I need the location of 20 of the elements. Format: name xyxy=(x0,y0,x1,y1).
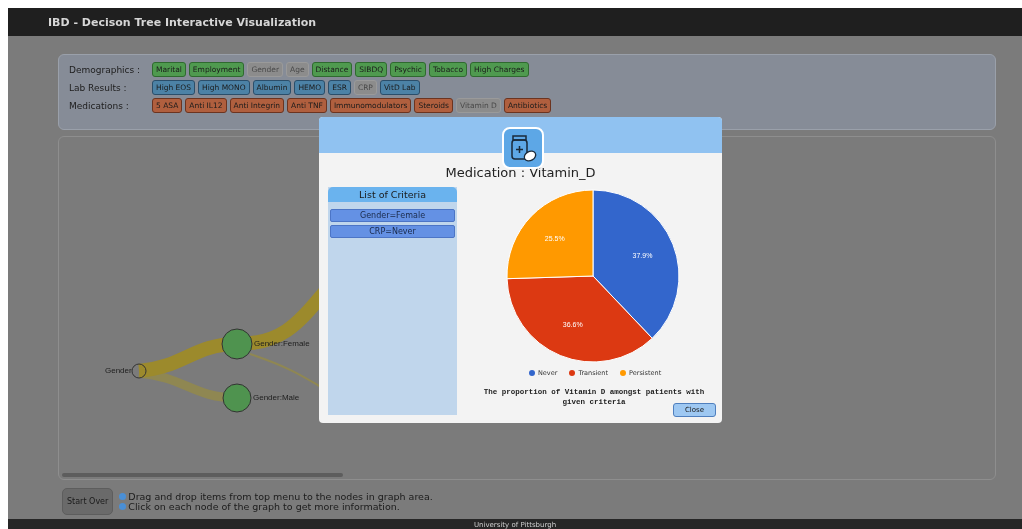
criteria-item: CRP=Never xyxy=(330,225,455,238)
category-label: Medications : xyxy=(69,100,130,111)
tree-node[interactable] xyxy=(221,328,253,360)
modal-title: Medication : Vitamin_D xyxy=(444,165,597,180)
criteria-header: List of Criteria xyxy=(328,187,457,202)
criteria-item: Gender=Female xyxy=(330,209,455,222)
tree-node[interactable] xyxy=(131,363,147,379)
category-label: Lab Results : xyxy=(69,82,128,93)
hint-text: Drag and drop items from top menu to the nodes in graph area. xyxy=(128,491,433,502)
node-label: Gender xyxy=(105,366,132,375)
hint-text: Click on each node of the graph to get more information. xyxy=(128,501,400,512)
legend-dot xyxy=(529,370,535,376)
legend-dot xyxy=(620,370,627,376)
tree-node[interactable] xyxy=(222,383,252,413)
window-title: IBD - Decison Tree Interactive Visualization xyxy=(8,8,1022,36)
node-label: Gender:Male xyxy=(253,393,300,402)
category-label: Demographics : xyxy=(69,64,142,75)
legend-dot xyxy=(569,370,576,376)
start-over-button[interactable]: Start Over xyxy=(62,488,114,515)
medicine-icon xyxy=(502,127,544,169)
